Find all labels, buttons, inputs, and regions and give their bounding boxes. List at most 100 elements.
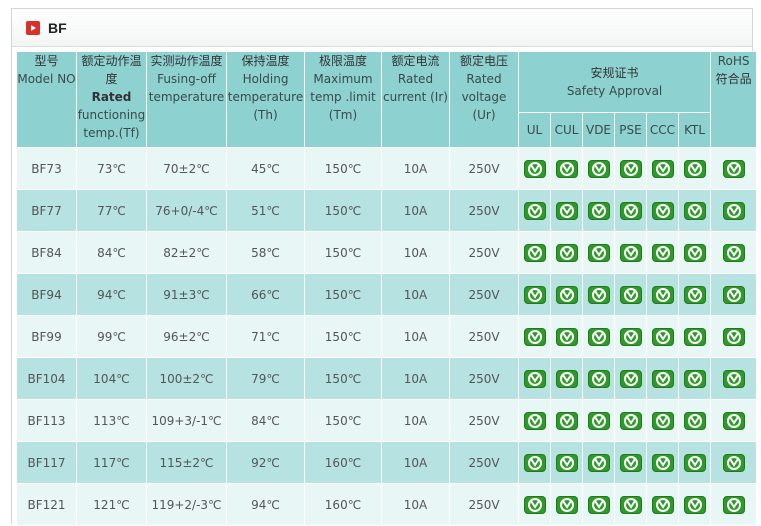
approved-check-icon <box>555 159 578 178</box>
table-body: BF73 73℃ 70±2℃ 45℃ 150℃ 10A 250V BF77 77℃ 76+0/-4… <box>16 147 758 526</box>
header-holding-en: Holding temperature (Th) <box>227 72 304 122</box>
cell-rated: 84℃ <box>76 231 147 274</box>
approved-check-icon <box>683 327 706 346</box>
approved-check-icon <box>683 201 706 220</box>
cell-current: 10A <box>381 483 450 526</box>
approved-check-icon <box>651 369 674 388</box>
cell-approval <box>582 147 615 190</box>
approved-check-icon <box>722 369 745 388</box>
table-row: BF113 113℃ 109+3/-1℃ 84℃ 150℃ 10A 250V <box>16 399 758 442</box>
cell-fusing: 100±2℃ <box>146 357 227 400</box>
header-fusing-cn: 实测动作温度 <box>150 54 223 68</box>
cell-approval <box>614 441 647 484</box>
approved-check-icon <box>683 495 706 514</box>
header-rated-en: functioning temp.(Tf) <box>77 108 146 140</box>
approved-check-icon <box>683 243 706 262</box>
cell-model: BF77 <box>16 189 77 232</box>
cell-voltage: 250V <box>449 147 519 190</box>
cell-max: 150℃ <box>304 315 382 358</box>
header-max-temp: 极限温度 Maximum temp .limit (Tm) <box>304 51 382 148</box>
approved-check-icon <box>651 201 674 220</box>
cell-fusing: 70±2℃ <box>146 147 227 190</box>
cell-model: BF121 <box>16 483 77 526</box>
approved-check-icon <box>523 159 546 178</box>
cell-approval <box>677 231 712 274</box>
cell-model: BF84 <box>16 231 77 274</box>
product-panel: BF 型号 Model NO 额定动作温度 Rated functioning … <box>11 8 758 526</box>
cell-approval <box>677 147 712 190</box>
approved-check-icon <box>587 411 610 430</box>
cell-current: 10A <box>381 147 450 190</box>
header-model: 型号 Model NO <box>16 51 77 148</box>
spec-table: 型号 Model NO 额定动作温度 Rated functioning tem… <box>16 51 758 526</box>
cell-approval <box>646 231 679 274</box>
header-rated-cn: 额定动作温度 <box>81 54 142 86</box>
header-cul: CUL <box>550 112 583 148</box>
cell-approval <box>614 147 647 190</box>
approved-check-icon <box>523 411 546 430</box>
header-rated-bold: Rated <box>91 90 132 104</box>
cell-holding: 58℃ <box>226 231 305 274</box>
cell-approval <box>518 441 551 484</box>
approved-check-icon <box>651 411 674 430</box>
approved-check-icon <box>523 369 546 388</box>
cell-approval <box>518 483 551 526</box>
approved-check-icon <box>619 159 642 178</box>
approved-check-icon <box>683 159 706 178</box>
approved-check-icon <box>555 285 578 304</box>
cell-fusing: 82±2℃ <box>146 231 227 274</box>
cell-current: 10A <box>381 189 450 232</box>
cell-approval <box>646 483 679 526</box>
approved-check-icon <box>651 243 674 262</box>
table-row: BF73 73℃ 70±2℃ 45℃ 150℃ 10A 250V <box>16 147 758 190</box>
header-rohs: RoHS 符合品 <box>710 51 758 148</box>
cell-voltage: 250V <box>449 315 519 358</box>
cell-approval <box>518 315 551 358</box>
approved-check-icon <box>555 453 578 472</box>
header-safety-en: Safety Approval <box>566 84 663 98</box>
header-voltage-cn: 额定电压 <box>459 54 508 68</box>
cell-fusing: 76+0/-4℃ <box>146 189 227 232</box>
cell-approval <box>582 483 615 526</box>
cell-holding: 84℃ <box>226 399 305 442</box>
cell-model: BF117 <box>16 441 77 484</box>
cell-approval <box>518 357 551 400</box>
header-pse: PSE <box>614 112 647 148</box>
cell-approval <box>646 399 679 442</box>
approved-check-icon <box>587 453 610 472</box>
header-rated-current: 额定电流 Rated current (Ir) <box>381 51 450 148</box>
header-model-cn: 型号 <box>34 54 59 68</box>
cell-approval <box>550 189 583 232</box>
cell-approval <box>582 357 615 400</box>
approved-check-icon <box>587 243 610 262</box>
cell-approval <box>710 189 758 232</box>
cell-approval <box>582 315 615 358</box>
cell-max: 160℃ <box>304 483 382 526</box>
cell-approval <box>614 399 647 442</box>
header-model-en: Model NO <box>17 72 76 86</box>
cell-max: 160℃ <box>304 441 382 484</box>
cell-approval <box>550 231 583 274</box>
cell-voltage: 250V <box>449 441 519 484</box>
approved-check-icon <box>555 243 578 262</box>
header-current-cn: 额定电流 <box>391 54 440 68</box>
approved-check-icon <box>587 327 610 346</box>
header-safety-approval: 安规证书 Safety Approval <box>517 51 712 113</box>
approved-check-icon <box>523 285 546 304</box>
approved-check-icon <box>651 453 674 472</box>
cell-rated: 113℃ <box>76 399 147 442</box>
header-ul: UL <box>518 112 551 148</box>
cell-approval <box>518 399 551 442</box>
cell-holding: 66℃ <box>226 273 305 316</box>
cell-approval <box>677 483 712 526</box>
cell-approval <box>614 357 647 400</box>
header-max-en: Maximum temp .limit (Tm) <box>310 72 376 122</box>
cell-holding: 79℃ <box>226 357 305 400</box>
cell-voltage: 250V <box>449 231 519 274</box>
cell-voltage: 250V <box>449 399 519 442</box>
approved-check-icon <box>555 327 578 346</box>
approved-check-icon <box>651 495 674 514</box>
approved-check-icon <box>619 243 642 262</box>
header-vde: VDE <box>582 112 615 148</box>
cell-current: 10A <box>381 231 450 274</box>
